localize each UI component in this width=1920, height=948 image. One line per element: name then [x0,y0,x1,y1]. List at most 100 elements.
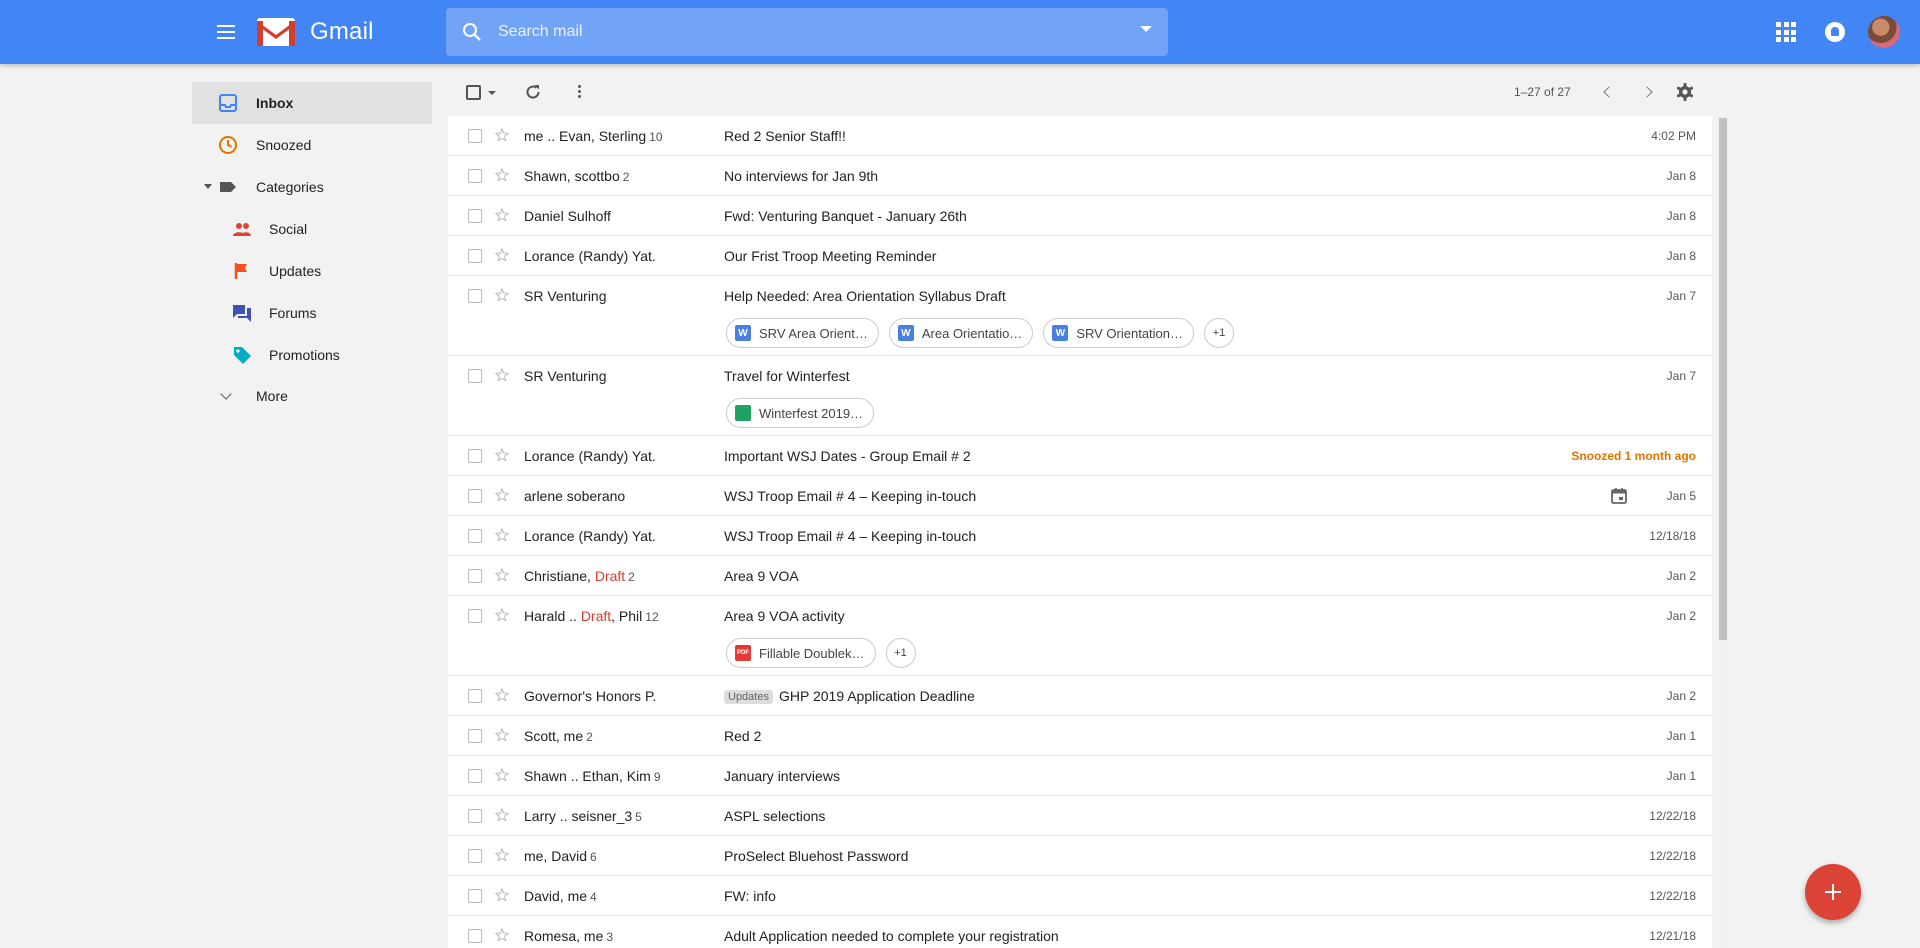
chevron-left-icon[interactable] [1603,86,1615,98]
search-icon[interactable] [460,20,484,44]
star-icon[interactable] [494,527,510,543]
attachment-chip[interactable]: W SRV Area Orient… [726,318,879,348]
star-icon[interactable] [494,727,510,743]
star-icon[interactable] [494,447,510,463]
scrollbar-thumb[interactable] [1719,118,1727,640]
email-row[interactable]: me .. Evan, Sterling 10 Red 2 Senior Staff… [448,116,1712,156]
row-checkbox[interactable] [468,169,482,183]
attachment-chip[interactable]: W Area Orientatio… [888,318,1034,348]
email-sender: arlene soberano [524,488,625,504]
compose-button[interactable] [1805,864,1861,920]
row-checkbox[interactable] [468,889,482,903]
email-row[interactable]: Lorance (Randy) Yat. Our Frist Troop Meet… [448,236,1712,276]
star-icon[interactable] [494,127,510,143]
email-row[interactable]: Lorance (Randy) Yat. Important WSJ Dates … [448,436,1712,476]
expand-caret-icon[interactable] [204,184,212,189]
row-checkbox[interactable] [468,689,482,703]
email-row[interactable]: SR Venturing Help Needed: Area Orientatio… [448,276,1712,356]
email-row[interactable]: Harald .. Draft, Phil 12 Area 9 VOA activi… [448,596,1712,676]
row-checkbox[interactable] [468,529,482,543]
attachment-chip[interactable]: Winterfest 2019… [726,398,875,428]
star-icon[interactable] [494,767,510,783]
brand-name[interactable]: Gmail [310,18,374,46]
sidebar-item-more[interactable]: More [192,376,432,416]
star-icon[interactable] [494,247,510,263]
email-row[interactable]: SR Venturing Travel for Winterfest Jan 7 Wi… [448,356,1712,436]
sidebar-item-updates[interactable]: Updates [192,250,432,292]
email-row[interactable]: Christiane, Draft 2 Area 9 VOA Jan 2 [448,556,1712,596]
sidebar-item-snoozed[interactable]: Snoozed [192,124,432,166]
row-checkbox[interactable] [468,729,482,743]
email-row[interactable]: David, me 4 FW: info 12/22/18 [448,876,1712,916]
calendar-icon[interactable] [1610,487,1628,505]
gmail-logo-icon[interactable] [256,16,296,48]
list-scrollbar[interactable] [1717,116,1729,948]
star-icon[interactable] [494,807,510,823]
row-checkbox[interactable] [468,489,482,503]
more-attachments-chip[interactable]: +1 [1204,318,1235,348]
email-row[interactable]: Scott, me 2 Red 2 Jan 1 [448,716,1712,756]
row-checkbox[interactable] [468,849,482,863]
row-checkbox[interactable] [468,769,482,783]
email-row[interactable]: Governor's Honors P. Updates GHP 2019 Appl… [448,676,1712,716]
email-row[interactable]: Daniel Sulhoff Fwd: Venturing Banquet - J… [448,196,1712,236]
email-row[interactable]: arlene soberano WSJ Troop Email # 4 – Kee… [448,476,1712,516]
star-icon[interactable] [494,847,510,863]
star-icon[interactable] [494,927,510,943]
email-sender: me, David 6 [524,848,597,864]
email-row[interactable]: Lorance (Randy) Yat. WSJ Troop Email # 4 … [448,516,1712,556]
refresh-icon[interactable] [524,83,542,101]
thread-count: 5 [635,810,642,824]
row-checkbox[interactable] [468,129,482,143]
star-icon[interactable] [494,887,510,903]
gear-icon[interactable] [1675,82,1695,102]
star-icon[interactable] [494,607,510,623]
email-row[interactable]: Romesa, me 3 Adult Application needed to c… [448,916,1712,948]
row-checkbox[interactable] [468,569,482,583]
row-checkbox[interactable] [468,609,482,623]
row-checkbox[interactable] [468,809,482,823]
search-input[interactable] [498,18,1058,46]
row-checkbox[interactable] [468,369,482,383]
attachment-chip[interactable]: PDF Fillable Doublek… [726,638,876,668]
star-icon[interactable] [494,567,510,583]
sidebar-item-inbox[interactable]: Inbox [192,82,432,124]
sidebar-item-promotions[interactable]: Promotions [192,334,432,376]
email-row[interactable]: Shawn .. Ethan, Kim 9 January interviews Ja… [448,756,1712,796]
attachment-name: Area Orientatio… [921,325,1023,341]
star-icon[interactable] [494,687,510,703]
chevron-right-icon[interactable] [1641,86,1653,98]
row-checkbox[interactable] [468,209,482,223]
email-row[interactable]: me, David 6 ProSelect Bluehost Password 12/… [448,836,1712,876]
star-icon[interactable] [494,367,510,383]
more-options-icon[interactable] [570,83,588,101]
star-icon[interactable] [494,207,510,223]
email-row[interactable]: Shawn, scottbo 2 No interviews for Jan 9th… [448,156,1712,196]
notifications-bell-icon[interactable] [1825,22,1845,42]
more-attachments-chip[interactable]: +1 [885,638,916,668]
sidebar-item-categories[interactable]: Categories [192,166,432,208]
thread-count: 4 [590,890,597,904]
email-date: Jan 7 [1666,289,1696,303]
row-checkbox[interactable] [468,929,482,943]
google-apps-icon[interactable] [1776,22,1796,42]
row-checkbox[interactable] [468,249,482,263]
main-menu-icon[interactable] [214,20,238,44]
select-options-caret-icon[interactable] [488,91,496,95]
sidebar-item-social[interactable]: Social [192,208,432,250]
email-subject-text: ProSelect Bluehost Password [724,848,909,864]
row-checkbox[interactable] [468,449,482,463]
account-avatar[interactable] [1868,16,1900,48]
list-toolbar: 1–27 of 27 [448,78,1712,106]
sidebar-item-forums[interactable]: Forums [192,292,432,334]
star-icon[interactable] [494,287,510,303]
star-icon[interactable] [494,167,510,183]
attachment-chip[interactable]: W SRV Orientation… [1043,318,1195,348]
select-all-checkbox[interactable] [466,85,481,100]
row-checkbox[interactable] [468,289,482,303]
email-row[interactable]: Larry .. seisner_3 5 ASPL selections 12/22/… [448,796,1712,836]
email-subject: January interviews [724,768,840,784]
search-options-dropdown-icon[interactable] [1140,26,1152,32]
category-label-badge[interactable]: Updates [724,690,773,704]
star-icon[interactable] [494,487,510,503]
